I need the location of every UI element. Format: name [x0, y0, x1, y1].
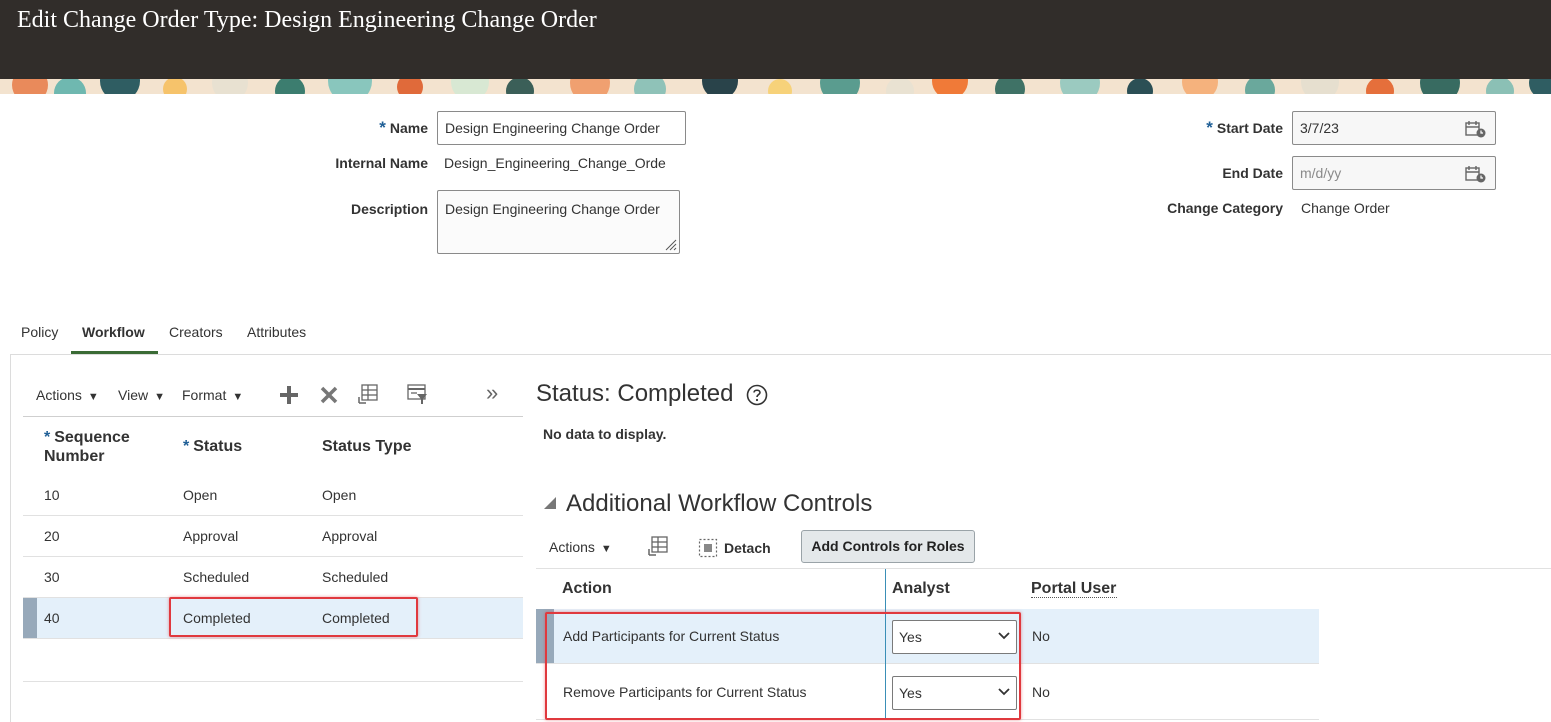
start-date-value: 3/7/23 [1300, 120, 1339, 136]
panel-border [10, 354, 11, 722]
column-header-action[interactable]: Action [562, 580, 612, 598]
column-header-status[interactable]: * Status [183, 437, 242, 456]
controls-actions-label: Actions [549, 539, 595, 555]
name-label-text: Name [389, 120, 428, 136]
chevron-down-icon: ▼ [600, 543, 612, 555]
detach-label: Detach [724, 540, 771, 556]
tabs-divider [10, 354, 1551, 355]
column-header-sequence-label: Sequence Number [44, 429, 130, 465]
name-label: * Name [379, 118, 428, 138]
description-text: Design Engineering Change Order [445, 201, 660, 217]
sequence-cell: 20 [44, 528, 60, 544]
table-row[interactable]: 10 Open Open [23, 475, 523, 516]
banner-illustration [0, 79, 1551, 94]
status-heading: Status: Completed [536, 380, 768, 408]
column-header-portal-user[interactable]: Portal User [1031, 580, 1116, 598]
column-header-status-label: Status [193, 438, 243, 455]
row-selection-marker [23, 598, 37, 638]
status-type-cell: Approval [322, 528, 378, 544]
table-row[interactable]: 20 Approval Approval [23, 516, 523, 557]
change-category-label: Change Category [1167, 200, 1283, 216]
calendar-icon[interactable] [1465, 120, 1487, 138]
more-toolbar-icon[interactable]: » [486, 380, 498, 406]
chevron-down-icon: ▼ [232, 391, 244, 403]
description-textarea[interactable]: Design Engineering Change Order [437, 190, 680, 254]
portal-user-underline [1031, 597, 1117, 598]
page-title: Edit Change Order Type: Design Engineeri… [17, 7, 597, 33]
controls-table-top-divider [536, 568, 1551, 569]
name-input[interactable]: Design Engineering Change Order [437, 111, 686, 145]
start-date-label: * Start Date [1206, 118, 1283, 138]
start-date-input[interactable]: 3/7/23 [1292, 111, 1496, 145]
chevron-down-icon: ▼ [154, 391, 165, 403]
start-date-label-text: Start Date [1216, 120, 1283, 136]
tab-workflow[interactable]: Workflow [82, 324, 145, 340]
highlight-box-controls [545, 612, 1021, 720]
add-controls-for-roles-button[interactable]: Add Controls for Roles [801, 530, 975, 563]
portal-user-cell: No [1032, 684, 1050, 700]
end-date-label: End Date [1222, 165, 1283, 181]
controls-actions-menu[interactable]: Actions ▼ [549, 539, 612, 555]
workflow-controls-heading[interactable]: Additional Workflow Controls [544, 490, 872, 518]
query-by-example-icon[interactable] [406, 383, 428, 405]
table-row[interactable]: 30 Scheduled Scheduled [23, 557, 523, 598]
format-menu[interactable]: Format ▼ [182, 387, 243, 403]
required-marker: * [183, 438, 190, 455]
sequence-cell: 30 [44, 569, 60, 585]
table-footer-divider [23, 681, 523, 682]
detach-button[interactable]: Detach [698, 538, 771, 558]
sequence-cell: 10 [44, 487, 60, 503]
status-cell: Approval [183, 528, 239, 544]
portal-user-cell: No [1032, 628, 1050, 644]
status-heading-text: Status: Completed [536, 380, 734, 407]
calendar-icon[interactable] [1465, 165, 1487, 183]
view-menu[interactable]: View ▼ [118, 387, 165, 403]
status-type-cell: Open [322, 487, 357, 503]
internal-name-value: Design_Engineering_Change_Orde [444, 155, 666, 171]
column-header-sequence[interactable]: * Sequence Number [44, 428, 174, 466]
table-header-divider [23, 416, 523, 417]
column-header-status-type[interactable]: Status Type [322, 437, 412, 456]
freeze-columns-icon[interactable] [357, 383, 379, 405]
end-date-placeholder: m/d/yy [1300, 165, 1342, 181]
tab-attributes[interactable]: Attributes [247, 324, 306, 340]
required-marker: * [379, 118, 386, 137]
detach-icon [698, 538, 718, 558]
status-cell: Scheduled [183, 569, 250, 585]
format-menu-label: Format [182, 387, 227, 403]
tab-creators[interactable]: Creators [169, 324, 223, 340]
collapse-triangle-icon[interactable] [544, 497, 556, 509]
decorative-banner [0, 79, 1551, 94]
internal-name-label: Internal Name [335, 155, 428, 171]
empty-state-text: No data to display. [543, 426, 667, 442]
chevron-down-icon: ▼ [87, 391, 99, 403]
status-type-cell: Scheduled [322, 569, 389, 585]
workflow-controls-heading-text: Additional Workflow Controls [566, 490, 873, 517]
highlight-box-completed [169, 597, 418, 637]
actions-menu[interactable]: Actions ▼ [36, 387, 99, 403]
add-icon[interactable] [278, 384, 300, 406]
required-marker: * [1206, 118, 1213, 137]
sequence-cell: 40 [44, 610, 60, 626]
delete-icon[interactable] [318, 384, 340, 406]
tab-policy[interactable]: Policy [21, 324, 58, 340]
column-header-analyst[interactable]: Analyst [892, 580, 950, 598]
view-menu-label: View [118, 387, 149, 403]
end-date-input[interactable]: m/d/yy [1292, 156, 1496, 190]
freeze-columns-icon[interactable] [647, 535, 669, 557]
change-category-value: Change Order [1301, 200, 1390, 216]
help-icon[interactable] [746, 384, 768, 406]
actions-menu-label: Actions [36, 387, 82, 403]
resize-grip-icon[interactable] [663, 237, 677, 251]
description-label: Description [350, 201, 428, 217]
status-cell: Open [183, 487, 218, 503]
required-marker: * [44, 429, 51, 446]
